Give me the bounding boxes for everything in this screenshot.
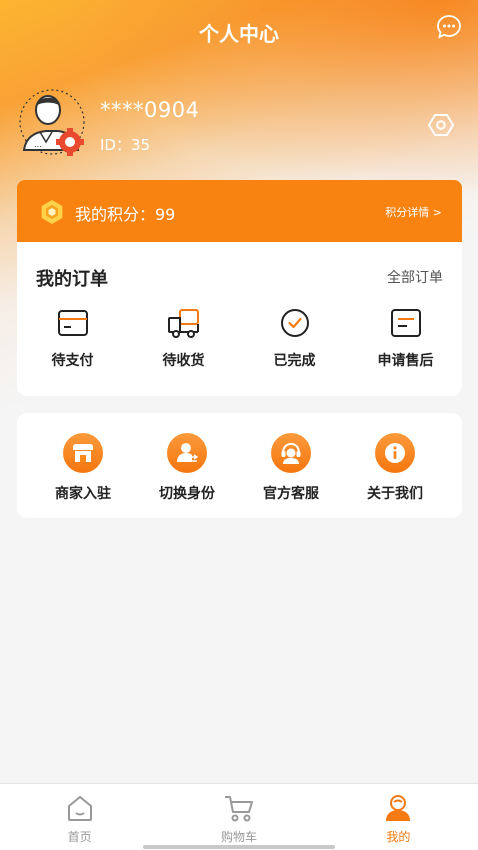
switch-user-icon (167, 433, 207, 473)
service-customer-support[interactable]: 官方客服 (239, 433, 343, 518)
page-title: 个人中心 (199, 22, 279, 46)
tab-profile[interactable]: 我的 (319, 784, 478, 850)
services-card: 商家入驻 切换身份 官方客服 关于我们 (17, 413, 462, 518)
service-merchant-join[interactable]: 商家入驻 (31, 433, 135, 518)
coin-hexagon-icon (39, 199, 65, 229)
tab-label: 首页 (67, 830, 92, 844)
check-circle-icon (239, 308, 350, 338)
tab-cart[interactable]: 购物车 (159, 784, 318, 850)
order-after-sales[interactable]: 申请售后 (350, 308, 461, 369)
service-about-us[interactable]: 关于我们 (343, 433, 447, 518)
svg-text:...: ... (34, 140, 42, 149)
order-completed[interactable]: 已完成 (239, 308, 350, 369)
points-bar[interactable]: 我的积分：99 积分详情 > (17, 180, 462, 242)
order-item-label: 申请售后 (377, 353, 434, 369)
order-item-label: 待支付 (51, 353, 94, 369)
order-pending-receipt[interactable]: 待收货 (128, 308, 239, 369)
document-icon (350, 308, 461, 338)
service-label: 官方客服 (263, 486, 319, 502)
chat-bubble-icon[interactable] (436, 14, 462, 44)
profile-icon (319, 794, 478, 826)
order-item-label: 已完成 (273, 353, 316, 369)
orders-card: 我的订单 全部订单 待支付 待收货 已完成 申请售后 (17, 242, 462, 396)
points-label: 我的积分：99 (75, 205, 176, 224)
bottom-tab-bar: 首页 购物车 我的 (0, 783, 478, 850)
tab-home[interactable]: 首页 (0, 784, 159, 850)
home-icon (0, 794, 159, 826)
headset-icon (271, 433, 311, 473)
profile-section: ... ****0904 ID：35 (18, 88, 460, 164)
user-id: ID：35 (100, 136, 151, 154)
all-orders-link[interactable]: 全部订单 (387, 267, 443, 287)
cart-icon (159, 794, 318, 826)
service-label: 关于我们 (367, 486, 423, 502)
card-icon (17, 308, 128, 338)
orders-title: 我的订单 (36, 269, 108, 290)
service-label: 切换身份 (159, 486, 215, 502)
hexagon-settings-icon[interactable] (427, 112, 455, 142)
shop-icon (63, 433, 103, 473)
delivery-truck-icon (128, 308, 239, 338)
avatar[interactable]: ... (18, 88, 88, 160)
info-icon (375, 433, 415, 473)
service-label: 商家入驻 (55, 486, 111, 502)
order-item-label: 待收货 (162, 353, 205, 369)
order-pending-payment[interactable]: 待支付 (17, 308, 128, 369)
tab-label: 我的 (386, 830, 411, 844)
points-detail-link[interactable]: 积分详情 > (385, 204, 442, 220)
service-switch-identity[interactable]: 切换身份 (135, 433, 239, 518)
tab-label: 购物车 (220, 830, 257, 844)
username: ****0904 (100, 98, 200, 122)
home-indicator (143, 845, 335, 849)
